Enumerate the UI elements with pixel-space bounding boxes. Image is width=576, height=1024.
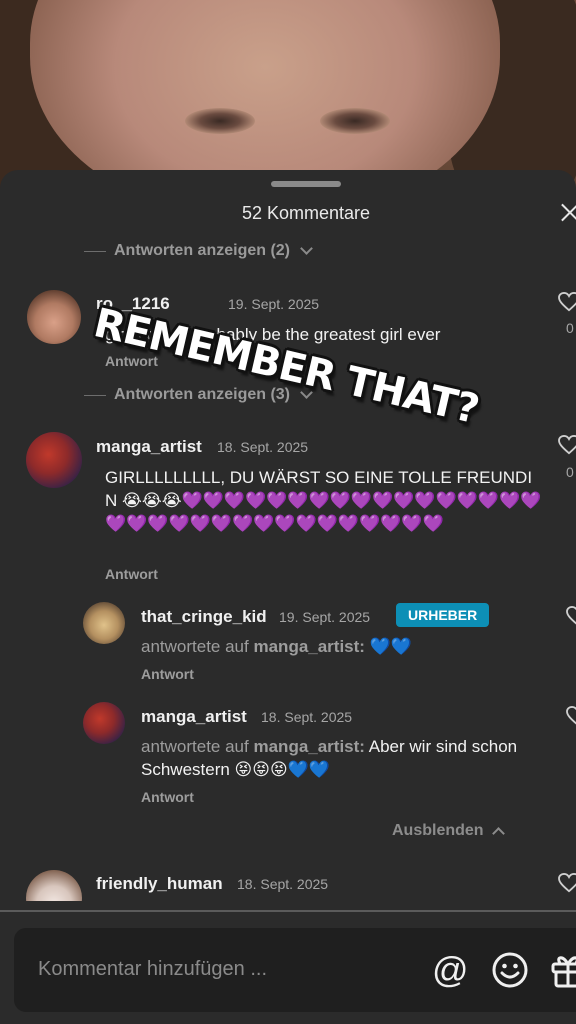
- heart-icon[interactable]: [558, 873, 576, 893]
- reply-text: antwortete auf manga_artist: 💙💙: [141, 635, 541, 658]
- reply-date: 18. Sept. 2025: [261, 709, 353, 725]
- reply-target[interactable]: manga_artist:: [253, 637, 364, 656]
- like-count: 0: [566, 464, 574, 480]
- emoji-icon[interactable]: [492, 952, 528, 988]
- show-replies-toggle[interactable]: Antworten anzeigen (2): [84, 242, 313, 260]
- reply-button[interactable]: Antwort: [105, 353, 158, 369]
- reply-username[interactable]: that_cringe_kid: [141, 607, 267, 627]
- avatar[interactable]: [26, 432, 82, 488]
- comment-input[interactable]: Kommentar hinzufügen ...: [38, 958, 267, 981]
- show-replies-label: Antworten anzeigen (3): [114, 386, 291, 403]
- chevron-down-icon: [300, 386, 313, 399]
- comment-date: 19. Sept. 2025: [228, 296, 320, 312]
- hide-replies-button[interactable]: Ausblenden: [392, 822, 505, 840]
- show-replies-toggle[interactable]: Antworten anzeigen (3): [84, 386, 313, 404]
- comment-username[interactable]: ro__1216: [96, 294, 170, 314]
- heart-icon[interactable]: [566, 606, 576, 626]
- reply-content: 💙💙: [364, 637, 413, 656]
- sheet-drag-handle[interactable]: [271, 181, 341, 187]
- reply-target[interactable]: manga_artist:: [253, 737, 364, 756]
- avatar[interactable]: [83, 602, 125, 644]
- comments-count-title: 52 Kommentare: [241, 203, 371, 223]
- avatar[interactable]: [83, 702, 125, 744]
- divider-dash: [84, 250, 106, 252]
- mention-icon[interactable]: @: [432, 950, 469, 990]
- divider: [0, 910, 576, 912]
- comment-date: 18. Sept. 2025: [217, 439, 309, 455]
- reply-prefix: antwortete auf: [141, 637, 249, 656]
- comment-date: 18. Sept. 2025: [237, 876, 329, 892]
- comment-input-bar[interactable]: Kommentar hinzufügen ... @: [14, 928, 576, 1012]
- reply-button[interactable]: Antwort: [141, 666, 194, 682]
- heart-icon[interactable]: [558, 435, 576, 455]
- heart-icon[interactable]: [566, 706, 576, 726]
- comment-username[interactable]: manga_artist: [96, 437, 202, 457]
- hide-replies-label: Ausblenden: [392, 822, 484, 839]
- show-replies-label: Antworten anzeigen (2): [114, 242, 291, 259]
- gift-icon[interactable]: [550, 950, 576, 988]
- heart-icon[interactable]: [558, 292, 576, 312]
- reply-username[interactable]: manga_artist: [141, 707, 247, 727]
- video-eye-right: [320, 108, 390, 134]
- close-icon[interactable]: [560, 202, 576, 222]
- chevron-down-icon: [300, 242, 313, 255]
- creator-badge: URHEBER: [396, 603, 490, 627]
- comment-username[interactable]: friendly_human: [96, 874, 223, 894]
- reply-button[interactable]: Antwort: [141, 789, 194, 805]
- divider-dash: [84, 394, 106, 396]
- reply-date: 19. Sept. 2025: [279, 609, 371, 625]
- video-eye-left: [185, 108, 255, 134]
- comment-text: girl u could probably be the greatest gi…: [105, 325, 441, 344]
- reply-text: antwortete auf manga_artist: Aber wir si…: [141, 735, 541, 781]
- comment-text: GIRLLLLLLLLL, DU WÄRST SO EINE TOLLE FRE…: [105, 468, 542, 533]
- reply-prefix: antwortete auf: [141, 737, 249, 756]
- like-count: 0: [566, 320, 574, 336]
- reply-button[interactable]: Antwort: [105, 566, 158, 582]
- comments-sheet: 52 Kommentare Antworten anzeigen (2) ro_…: [0, 170, 576, 1024]
- chevron-up-icon: [491, 827, 505, 840]
- avatar[interactable]: [27, 290, 81, 344]
